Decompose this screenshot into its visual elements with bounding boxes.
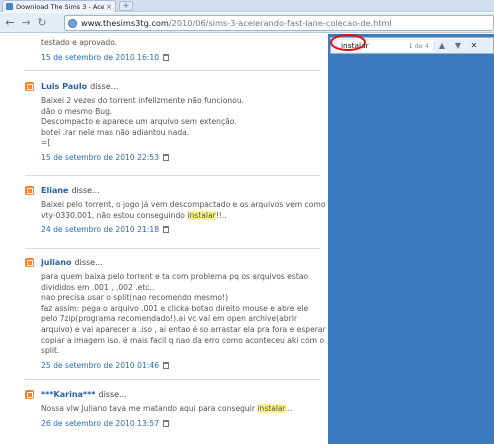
comment-line: =[ [41,138,51,148]
comment-item: juliano disse... para quem baixa pelo to… [25,256,326,370]
comment-line: vty-0330.001, não estou conseguindo inst… [41,210,320,222]
comment-text: ... [285,404,293,413]
comment-timestamp[interactable]: 24 de setembro de 2010 21:18 [41,225,320,234]
trash-icon[interactable] [163,226,170,234]
comment-body: testado e aprovado. [41,38,320,49]
find-close-button[interactable]: ✕ [467,40,481,52]
comment-timestamp[interactable]: 26 de setembro de 2010 13:57 [41,419,320,428]
comment-divider [25,379,320,380]
trash-icon[interactable] [163,361,170,369]
comment-timestamp[interactable]: 15 de setembro de 2010 22:53 [41,153,320,162]
comment-author[interactable]: Eliane [41,186,68,195]
comment-says: disse... [90,81,119,91]
comment-item: ***Karina*** disse... Nossa vlw Juliano … [25,388,320,428]
comment-text: !!.. [215,210,227,220]
comment-body: Baixei 2 vezes do torrent infelizmente n… [41,96,320,149]
comment-author[interactable]: Luis Paulo [41,82,87,91]
timestamp-link[interactable]: 15 de setembro de 2010 22:53 [41,153,159,162]
comment-says: disse... [71,185,100,195]
comment-item: Eliane disse... Baixei pelo torrent, o j… [25,184,326,234]
address-bar[interactable]: www.thesims3tg.com/2010/06/sims-3-aceler… [64,15,494,31]
comment-line: divididos em .001 , .002 .etc.. [41,282,155,292]
comment-header: juliano disse... [25,256,320,268]
blogger-icon [25,185,34,195]
comment-header: Luis Paulo disse... [25,80,320,92]
search-highlight: instalar [257,404,286,413]
tab-title: Download The Sims 3 - Acel [16,2,105,11]
comment-divider [25,248,320,249]
comment-body: para quem baixa pelo torrent e ta com pr… [41,272,326,357]
find-match-count: 1 de 4 [408,41,429,50]
trash-icon[interactable] [163,419,170,427]
comment-item: Luis Paulo disse... Baixei 2 vezes do to… [25,80,320,162]
comment-author[interactable]: juliano [41,258,72,267]
comment-line: copiar a imagem iso. é mais facil q nao … [41,335,325,345]
comment-line: testado e aprovado. [41,38,118,47]
comment-text: Nossa vlw Juliano tava me matando aqui p… [41,404,258,413]
comment-divider [25,175,320,176]
comment-body: Nossa vlw Juliano tava me matando aqui p… [41,404,320,415]
find-prev-button[interactable]: ▲ [435,40,449,52]
timestamp-link[interactable]: 15 de setembro de 2010 16:10 [41,53,159,62]
timestamp-link[interactable]: 25 de setembro de 2010 01:46 [41,361,159,370]
browser-toolbar: ← → ↻ www.thesims3tg.com/2010/06/sims-3-… [0,13,494,33]
comment-line: para quem baixa pelo torrent e ta com pr… [41,272,309,281]
forward-button[interactable]: → [18,15,34,31]
comment-says: disse... [74,257,103,267]
timestamp-link[interactable]: 24 de setembro de 2010 21:18 [41,225,159,234]
comment-line: faz assim: pega o arquivo .001 e clicka … [41,303,309,313]
find-next-button[interactable]: ▼ [451,40,465,52]
comment-says: disse... [98,389,127,399]
url-host: www.thesims3tg.com [81,18,169,28]
comment-line: Baixei pelo torrent, o jogo já vem desco… [41,200,326,209]
comment-line: arquivo) e vai aparecer a .iso , ai enta… [41,324,326,334]
blogger-icon [25,81,34,91]
search-highlight: instalar [187,210,216,220]
trash-icon[interactable] [163,153,170,161]
trash-icon[interactable] [163,53,170,61]
comment-line: pelo 7zip(programa recomendado!).ai vc v… [41,314,297,324]
favicon-icon [6,3,13,10]
comment-line: nao precisa usar o split(nao recomendo m… [41,293,229,303]
comment-header: Eliane disse... [25,184,320,196]
comment-timestamp[interactable]: 25 de setembro de 2010 01:46 [41,361,320,370]
url-path: /2010/06/sims-3-acelerando-fast-lane-col… [168,18,392,28]
comment-item: testado e aprovado. 15 de setembro de 20… [25,38,320,62]
tab-close-icon[interactable]: × [106,3,112,11]
comment-line: botei .rar nele mas não adiantou nada. [41,127,190,137]
comments-column: testado e aprovado. 15 de setembro de 20… [0,34,328,444]
comment-line: dão o mesmo Bug. [41,106,113,116]
page-viewport: testado e aprovado. 15 de setembro de 20… [0,34,494,444]
blogger-icon [25,257,34,267]
url-text: www.thesims3tg.com/2010/06/sims-3-aceler… [81,18,392,28]
reload-button[interactable]: ↻ [34,15,50,31]
comment-line: split. [41,346,60,356]
comment-line: Descompacto e aparece um arquivo sem ext… [41,117,237,127]
comment-body: Baixei pelo torrent, o jogo já vem desco… [41,200,326,222]
comment-author[interactable]: ***Karina*** [41,390,95,399]
comment-header: ***Karina*** disse... [25,388,320,400]
timestamp-link[interactable]: 26 de setembro de 2010 13:57 [41,419,159,428]
comment-text: vty-0330.001, não estou conseguindo [41,210,188,220]
comment-divider [25,70,320,71]
new-tab-button[interactable]: + [119,1,133,11]
browser-tab[interactable]: Download The Sims 3 - Acel × [2,0,116,12]
globe-icon [68,18,77,28]
comment-line: Nossa vlw Juliano tava me matando aqui p… [41,404,320,415]
comment-timestamp[interactable]: 15 de setembro de 2010 16:10 [41,53,320,62]
back-button[interactable]: ← [2,15,18,31]
comment-line: Baixei 2 vezes do torrent infelizmente n… [41,96,245,105]
annotation-circle [330,34,366,51]
blog-sidebar [328,34,494,444]
tab-strip: Download The Sims 3 - Acel × + [0,0,494,12]
blogger-icon [25,389,34,399]
